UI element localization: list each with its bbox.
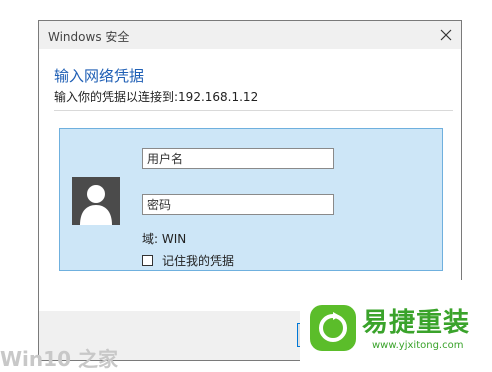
dialog-heading: 输入网络凭据 xyxy=(54,67,145,85)
close-button[interactable] xyxy=(431,21,461,49)
user-avatar-icon xyxy=(72,177,120,225)
domain-label: 域: WIN xyxy=(142,232,187,246)
divider xyxy=(54,110,453,111)
watermark-url: www.yjxitong.com xyxy=(372,340,464,351)
dialog-subheading: 输入你的凭据以连接到:192.168.1.12 xyxy=(54,90,259,104)
close-icon xyxy=(440,29,452,41)
remember-label: 记住我的凭据 xyxy=(162,253,235,268)
refresh-logo-icon xyxy=(310,305,356,351)
title-bar: Windows 安全 xyxy=(39,21,461,49)
username-field[interactable] xyxy=(142,148,334,169)
watermark: 易捷重装 www.yjxitong.com xyxy=(300,280,492,361)
background-text-fragment: Win10 之家 xyxy=(0,347,118,371)
credential-tile[interactable]: 域: WIN 记住我的凭据 xyxy=(59,128,443,271)
remember-checkbox[interactable] xyxy=(142,254,153,266)
password-field[interactable] xyxy=(142,194,334,215)
window-title: Windows 安全 xyxy=(48,30,130,44)
watermark-brand: 易捷重装 xyxy=(362,308,471,338)
remember-credentials-option[interactable]: 记住我的凭据 xyxy=(142,252,234,268)
